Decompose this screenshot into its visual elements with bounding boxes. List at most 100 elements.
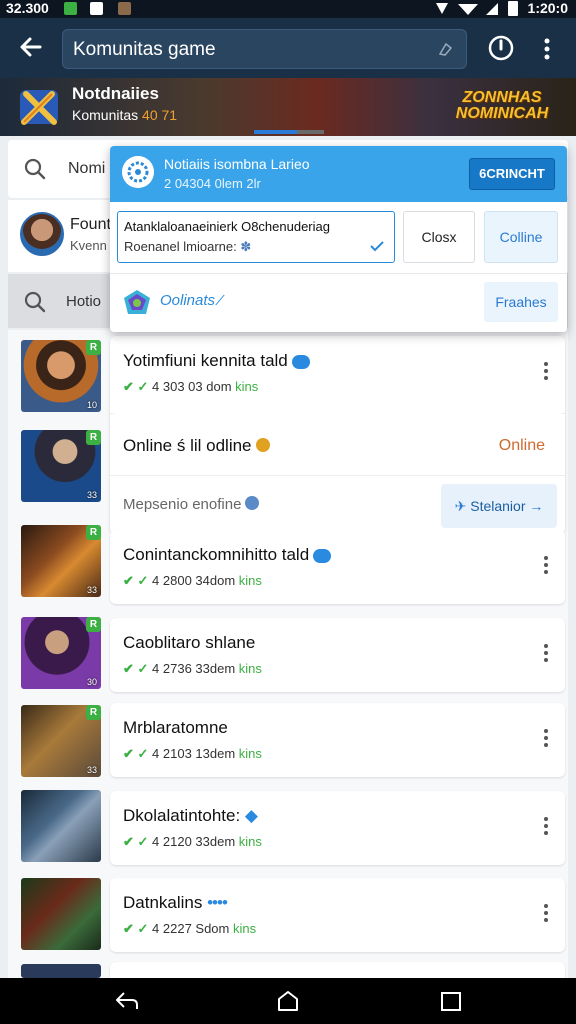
app-bar: Komunitas game — [0, 18, 576, 78]
game-thumbnail[interactable]: R 10 — [21, 340, 101, 412]
community-popup[interactable]: Notiaiis isombna Larieo 2 04304 0lem 2lr… — [110, 146, 567, 332]
underlay-profile-sub: Kvenn — [70, 238, 107, 253]
popup-title: Notiaiis isombna Larieo — [164, 156, 310, 172]
fraahes-button[interactable]: Fraahes — [484, 282, 558, 322]
check-icon — [370, 241, 384, 252]
game-name: Datnkalins •••• — [123, 893, 228, 912]
game-thumbnail[interactable]: R 33 — [21, 705, 101, 777]
stelanior-button[interactable]: ✈ Stelanior → — [441, 484, 557, 528]
nav-recents-icon[interactable] — [440, 990, 462, 1012]
kebab-icon[interactable] — [543, 729, 549, 751]
search-input-value: Komunitas game — [73, 39, 216, 60]
game-card[interactable]: Dkolalatintohte: ◆ ✔ ✓ 4 2120 33dem kins — [110, 791, 565, 865]
status-time-right: 1:20:0 — [527, 0, 568, 16]
game-name: Mrblaratomne — [123, 718, 228, 737]
notification-icon — [118, 2, 131, 15]
globe-icon: ✽ — [240, 239, 252, 254]
game-thumbnail[interactable] — [21, 878, 101, 950]
kebab-icon[interactable] — [543, 904, 549, 926]
popup-row[interactable]: Oolinats ⁄ Fraahes — [110, 273, 567, 331]
game-card[interactable]: Datnkalins •••• ✔ ✓ 4 2227 Sdom kins — [110, 878, 565, 952]
popup-header: Notiaiis isombna Larieo 2 04304 0lem 2lr… — [110, 146, 567, 202]
notification-icon — [64, 2, 77, 15]
game-name: Conintanckomnihitto tald — [123, 545, 332, 565]
signal-wifi-icon — [436, 3, 498, 15]
check-icon: ✔ ✓ — [123, 746, 149, 761]
online-row-text: Online ś lil odline — [123, 436, 270, 456]
edit-icon: ⁄ — [219, 292, 222, 309]
game-meta: ✔ ✓ 4 2736 33dem kins — [123, 661, 262, 676]
gear-icon — [245, 496, 260, 510]
timer-icon[interactable] — [487, 34, 515, 62]
nav-back-icon[interactable] — [114, 990, 140, 1012]
clear-icon[interactable] — [436, 40, 454, 58]
community-logo-icon — [20, 90, 58, 125]
underlay-search2-text: Hotio — [66, 293, 102, 310]
game-card[interactable]: Conintanckomnihitto tald ✔ ✓ 4 2800 34do… — [110, 530, 565, 604]
banner-title: Notdnaiies — [72, 84, 159, 103]
info-icon: ◆ — [244, 806, 258, 825]
game-card[interactable] — [110, 962, 565, 978]
game-banner[interactable]: Notdnaiies Komunitas 40 71 ZONNHAS NOMIN… — [0, 78, 576, 136]
expanded-card-online-row[interactable]: Online ś lil odline Online — [110, 414, 565, 476]
system-nav-bar — [0, 978, 576, 1024]
game-meta: ✔ ✓ 4 2103 13dem kins — [123, 746, 262, 761]
connect-button[interactable]: 6CRINCHT — [469, 158, 555, 190]
game-thumbnail[interactable] — [21, 790, 101, 862]
game-meta: ✔ ✓ 4 2227 Sdom kins — [123, 921, 257, 936]
check-icon: ✔ ✓ — [123, 379, 149, 394]
search-icon — [24, 291, 46, 313]
kebab-icon[interactable] — [543, 817, 549, 839]
expanded-card-action-row: Mepsenio enofine ✈ Stelanior → — [110, 476, 565, 534]
kebab-icon[interactable] — [543, 644, 549, 666]
game-card[interactable]: Caoblitaro shlane ✔ ✓ 4 2736 33dem kins — [110, 618, 565, 692]
check-icon: ✔ ✓ — [123, 834, 149, 849]
battery-icon — [508, 1, 518, 16]
online-button[interactable]: Colline — [484, 211, 558, 263]
game-meta: ✔ ✓ 4 2800 34dom kins — [123, 573, 262, 588]
dots-icon: •••• — [207, 893, 228, 912]
carousel-progress-fill — [254, 130, 298, 134]
expanded-card-header[interactable]: Yotimfiuni kennita tald ✔ ✓ 4 303 03 dom… — [110, 336, 565, 414]
game-thumbnail[interactable]: R 33 — [21, 430, 101, 502]
expanded-game-card[interactable]: Yotimfiuni kennita tald ✔ ✓ 4 303 03 dom… — [110, 336, 565, 534]
status-bar: 32.300 1:20:0 — [0, 0, 576, 18]
back-arrow-icon[interactable] — [16, 32, 46, 62]
status-time-left: 32.300 — [6, 0, 49, 16]
field-line-2: Roenanel lmioarne: ✽ — [124, 239, 252, 254]
game-thumbnail[interactable]: R 33 — [21, 525, 101, 597]
game-thumbnail[interactable] — [21, 964, 101, 978]
game-thumbnail[interactable]: R 30 — [21, 617, 101, 689]
popup-row-text: Oolinats ⁄ — [160, 292, 222, 309]
popup-text-field[interactable]: Atanklaloanaeinierk O8chenuderiag Roenan… — [117, 211, 395, 263]
search-input[interactable]: Komunitas game — [62, 29, 467, 69]
check-icon: ✔ ✓ — [123, 921, 149, 936]
community-icon — [124, 290, 150, 314]
banner-count: 40 71 — [142, 107, 178, 123]
coin-icon — [255, 438, 270, 452]
game-name: Yotimfiuni kennita tald — [123, 351, 310, 371]
carousel-progress — [254, 130, 324, 134]
popup-subtitle: 2 04304 0lem 2lr — [164, 176, 261, 191]
online-status: Online — [498, 437, 545, 454]
banner-subtitle: Komunitas 40 71 — [72, 107, 178, 123]
more-vert-icon[interactable] — [536, 36, 558, 62]
kebab-icon[interactable] — [543, 556, 549, 578]
settings-icon — [122, 156, 154, 188]
field-line-1: Atanklaloanaeinierk O8chenuderiag — [124, 219, 330, 234]
game-name: Dkolalatintohte: ◆ — [123, 806, 258, 825]
game-name: Caoblitaro shlane — [123, 633, 256, 652]
game-logo: ZONNHAS NOMINICAH — [455, 89, 549, 122]
underlay-profile-name: Fount — [70, 216, 111, 233]
check-icon: ✔ ✓ — [123, 661, 149, 676]
nav-home-icon[interactable] — [276, 990, 300, 1012]
kebab-icon[interactable] — [543, 362, 549, 384]
check-icon: ✔ ✓ — [123, 573, 149, 588]
game-card[interactable]: Mrblaratomne ✔ ✓ 4 2103 13dem kins — [110, 703, 565, 777]
underlay-search-text: Nomi — [68, 160, 106, 177]
close-button[interactable]: Closx — [403, 211, 475, 263]
game-meta: ✔ ✓ 4 303 03 dom kins — [123, 379, 259, 394]
notification-icon — [90, 2, 103, 15]
search-icon — [24, 158, 46, 180]
avatar — [20, 212, 64, 256]
